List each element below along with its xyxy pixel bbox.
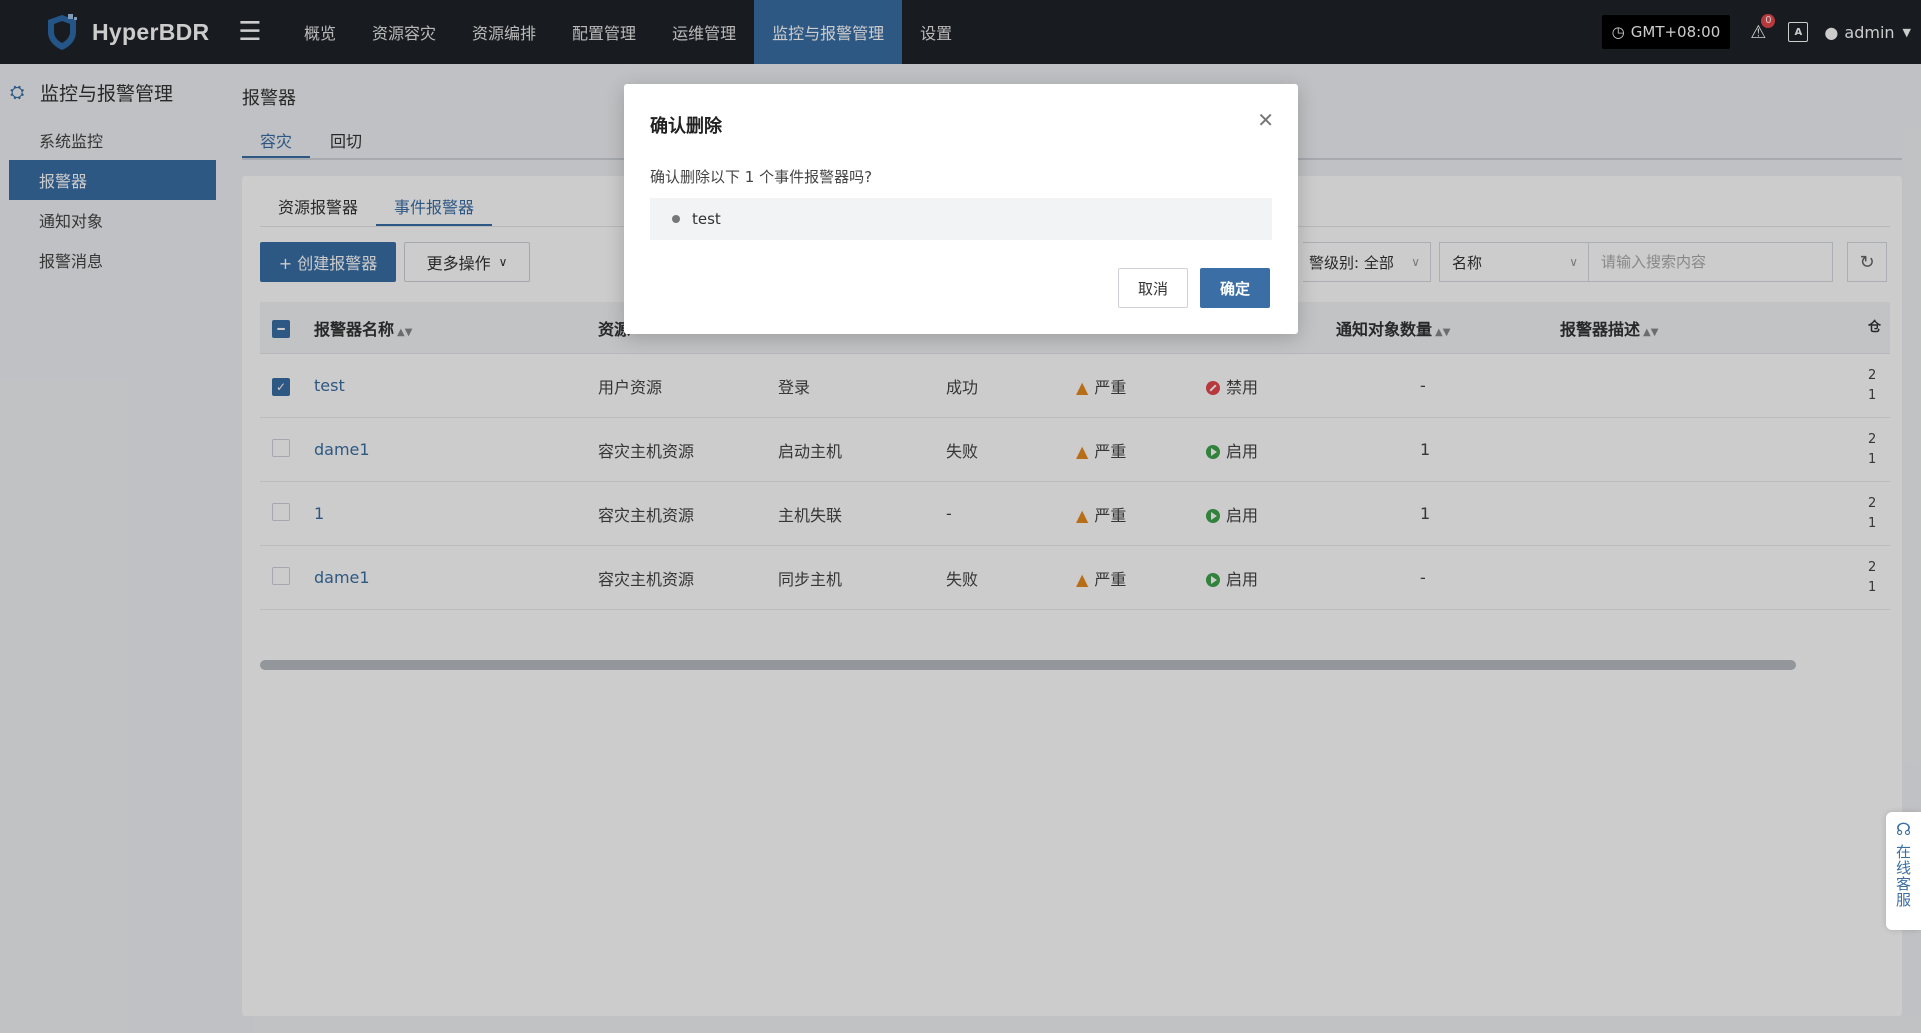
confirm-button[interactable]: 确定 <box>1200 268 1270 308</box>
dialog-list-item: test <box>692 210 721 228</box>
dialog-item-list: test <box>650 198 1272 240</box>
cancel-button[interactable]: 取消 <box>1118 268 1188 308</box>
confirm-delete-dialog: 确认删除 ✕ 确认删除以下 1 个事件报警器吗? test 取消 确定 <box>624 84 1298 334</box>
online-support-widget[interactable]: ☊ 在线客服 <box>1886 812 1921 930</box>
headset-icon: ☊ <box>1895 820 1912 840</box>
bullet-icon <box>672 215 680 223</box>
close-icon[interactable]: ✕ <box>1257 108 1274 132</box>
dialog-title: 确认删除 <box>650 116 722 137</box>
support-label: 在线客服 <box>1894 844 1912 908</box>
dialog-message: 确认删除以下 1 个事件报警器吗? <box>650 168 873 186</box>
